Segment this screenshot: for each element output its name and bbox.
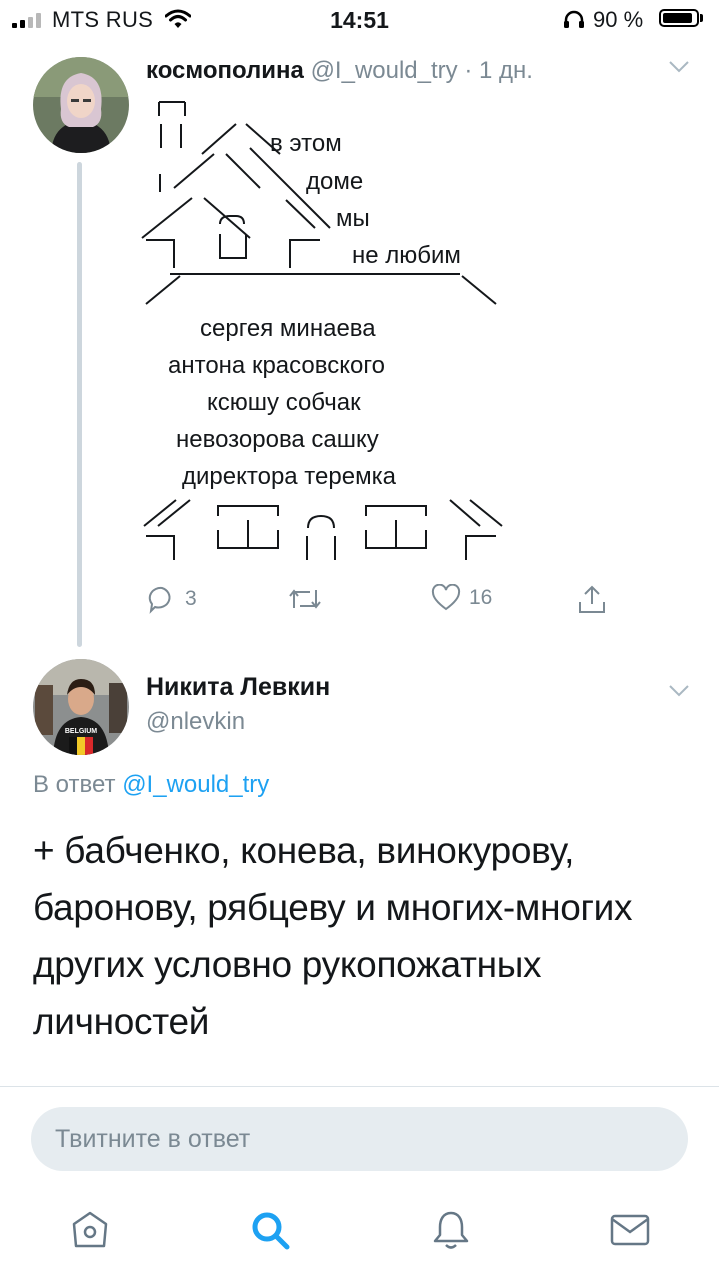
home-icon[interactable]	[68, 1208, 112, 1252]
reply-prefix: В ответ	[33, 771, 116, 798]
tweet-line: ксюшу собчак	[207, 389, 361, 416]
tweet-line: невозорова сашку	[176, 426, 379, 453]
chevron-down-icon[interactable]	[668, 684, 690, 698]
house-word: не любим	[352, 242, 461, 269]
author-name[interactable]: космополина	[146, 57, 304, 84]
tweet-line: антона красовского	[168, 352, 385, 379]
status-bar: MTS RUS 14:51 90 %	[0, 0, 719, 40]
headphones-icon	[564, 10, 584, 28]
reply-placeholder: Твитните в ответ	[55, 1125, 251, 1153]
share-icon	[579, 585, 605, 613]
reply-button[interactable]: 3	[147, 584, 197, 614]
house-base-art	[143, 499, 503, 560]
reply-count: 3	[185, 587, 197, 610]
divider	[0, 1086, 719, 1087]
tweet-header: космополина @I_would_try · 1 дн.	[146, 57, 533, 85]
tweet-line: директора теремка	[182, 463, 396, 490]
tweet-body: + бабченко, конева, винокурову, баронову…	[33, 830, 633, 1042]
separator-dot: ·	[464, 57, 473, 84]
comment-icon	[148, 586, 171, 614]
avatar-shirt-text: BELGIUM	[65, 728, 97, 735]
heart-icon	[431, 584, 461, 611]
battery-percent: 90 %	[593, 7, 644, 32]
retweet-button[interactable]	[286, 584, 324, 614]
author-handle[interactable]: @nlevkin	[146, 708, 245, 736]
search-icon[interactable]	[248, 1208, 292, 1252]
reply-context: В ответ @I_would_try	[33, 771, 269, 799]
tweet-line: сергея минаева	[200, 315, 376, 342]
author-handle[interactable]: @I_would_try	[311, 57, 458, 84]
bell-icon[interactable]	[429, 1208, 473, 1252]
house-word: мы	[336, 205, 370, 232]
house-word: доме	[306, 168, 364, 195]
like-count: 16	[469, 586, 493, 609]
tweet-time: 1 дн.	[479, 57, 533, 84]
avatar[interactable]: BELGIUM	[33, 659, 129, 755]
like-button[interactable]: 16	[431, 584, 492, 612]
battery-icon	[659, 9, 699, 27]
thread-line	[77, 162, 82, 647]
reply-handle-link[interactable]: @I_would_try	[122, 771, 269, 798]
share-button[interactable]	[576, 584, 608, 616]
author-name[interactable]: Никита Левкин	[146, 673, 330, 702]
reply-input[interactable]: Твитните в ответ	[31, 1107, 688, 1171]
house-word: в этом	[270, 130, 342, 157]
mail-icon[interactable]	[608, 1208, 652, 1252]
retweet-icon	[289, 589, 321, 609]
chevron-down-icon[interactable]	[668, 60, 690, 74]
avatar[interactable]	[33, 57, 129, 153]
